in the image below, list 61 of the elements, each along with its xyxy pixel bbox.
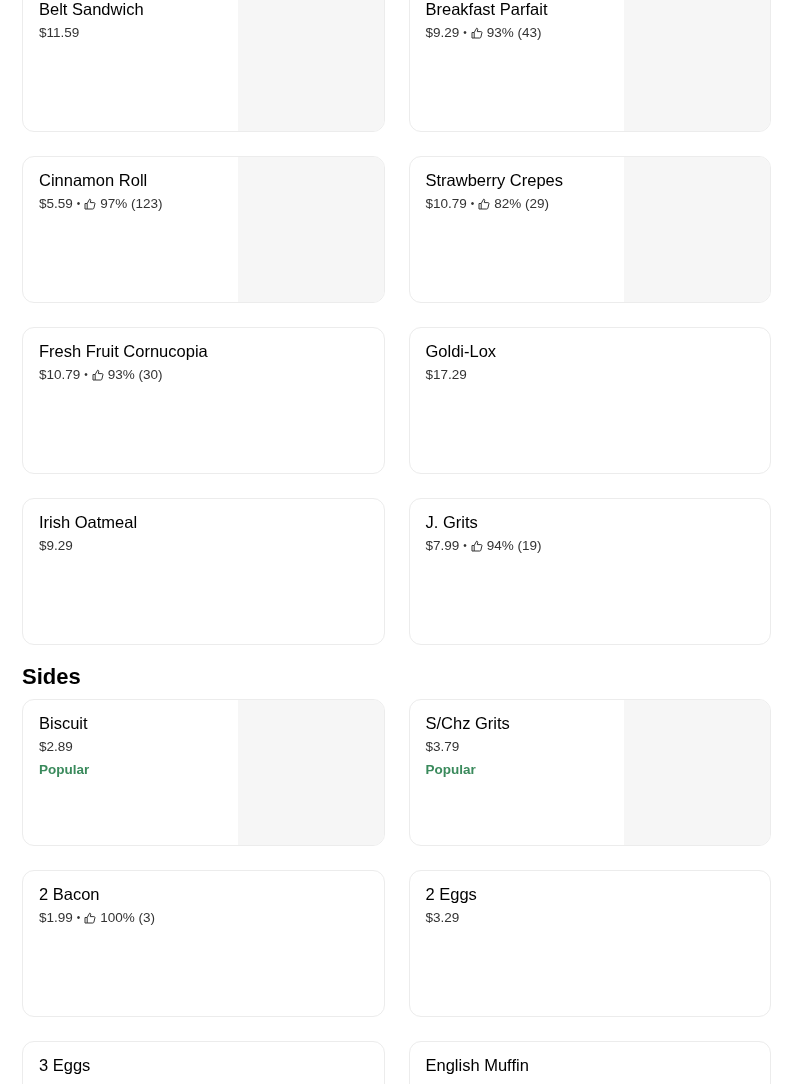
item-name: Irish Oatmeal [39, 512, 139, 532]
separator-dot: • [470, 197, 475, 211]
menu-item-card[interactable]: Goldi-Lox $17.29 [408, 327, 771, 474]
item-rating: 94% (19) [486, 537, 542, 555]
item-price: $10.79 [39, 366, 81, 384]
thumbs-up-icon [84, 198, 97, 210]
separator-dot: • [76, 911, 81, 925]
item-name: Breakfast Parfait [425, 0, 549, 19]
thumbs-up-icon [470, 27, 483, 39]
item-name: Biscuit [39, 713, 89, 733]
thumbs-up-icon [84, 912, 97, 924]
menu-item-card[interactable]: Belt Sandwich $11.59 [22, 0, 385, 132]
item-name: English Muffin [425, 1055, 530, 1075]
item-name: Strawberry Crepes [425, 170, 565, 190]
item-name: Goldi-Lox [425, 341, 498, 361]
item-name: S/Chz Grits [425, 713, 511, 733]
thumbs-up-icon [470, 540, 483, 552]
separator-dot: • [463, 539, 467, 553]
menu-item-card[interactable]: 2 Bacon $1.99 • 100% (3) [22, 870, 385, 1017]
item-rating: 97% (123) [100, 195, 163, 213]
menu-item-card[interactable]: Fresh Fruit Cornucopia $10.79 • 93% (30) [22, 327, 385, 474]
item-price: $2.89 [39, 738, 73, 756]
menu-item-card[interactable]: J. Grits $7.99 • 94% (19) [408, 498, 771, 645]
separator-dot: • [463, 26, 467, 40]
section-heading: Sides [22, 663, 82, 691]
item-name: Cinnamon Roll [39, 170, 149, 190]
item-name: 2 Eggs [425, 884, 478, 904]
item-price: $1.99 [39, 909, 73, 927]
item-name: J. Grits [425, 512, 479, 532]
item-rating: 82% (29) [494, 195, 550, 213]
item-name: 3 Eggs [39, 1055, 92, 1075]
item-price: $7.99 [425, 537, 460, 555]
menu-item-card[interactable]: Cinnamon Roll $5.59 • 97% (123) [22, 156, 385, 303]
item-name: 2 Bacon [39, 884, 101, 904]
separator-dot: • [84, 368, 88, 382]
popular-label: Popular [425, 761, 477, 779]
menu-item-card[interactable]: 2 Eggs $3.29 [408, 870, 771, 1017]
item-price: $11.59 [39, 24, 80, 42]
menu-item-card[interactable]: Biscuit $2.89 Popular [22, 699, 385, 846]
menu-item-card[interactable]: English Muffin [408, 1041, 771, 1084]
item-price: $9.29 [39, 537, 73, 555]
item-price: $3.79 [425, 738, 460, 756]
menu-item-card[interactable]: Breakfast Parfait $9.29 • 93% (43) [408, 0, 771, 132]
popular-label: Popular [39, 761, 91, 779]
item-name: Fresh Fruit Cornucopia [39, 341, 209, 361]
item-price: $3.29 [425, 909, 460, 927]
item-price: $5.59 [39, 195, 73, 213]
menu-item-card[interactable]: Irish Oatmeal $9.29 [22, 498, 385, 645]
item-price: $17.29 [425, 366, 467, 384]
item-name: Belt Sandwich [39, 0, 145, 19]
menu-item-card[interactable]: 3 Eggs [22, 1041, 385, 1084]
item-rating: 93% (43) [486, 24, 542, 42]
thumbs-up-icon [91, 369, 104, 381]
item-price: $10.79 [425, 195, 467, 213]
separator-dot: • [76, 197, 81, 211]
item-price: $9.29 [425, 24, 460, 42]
menu-item-card[interactable]: S/Chz Grits $3.79 Popular [408, 699, 771, 846]
item-rating: 93% (30) [107, 366, 163, 384]
thumbs-up-icon [478, 198, 491, 210]
item-rating: 100% (3) [100, 909, 156, 927]
menu-item-card[interactable]: Strawberry Crepes $10.79 • 82% (29) [408, 156, 771, 303]
